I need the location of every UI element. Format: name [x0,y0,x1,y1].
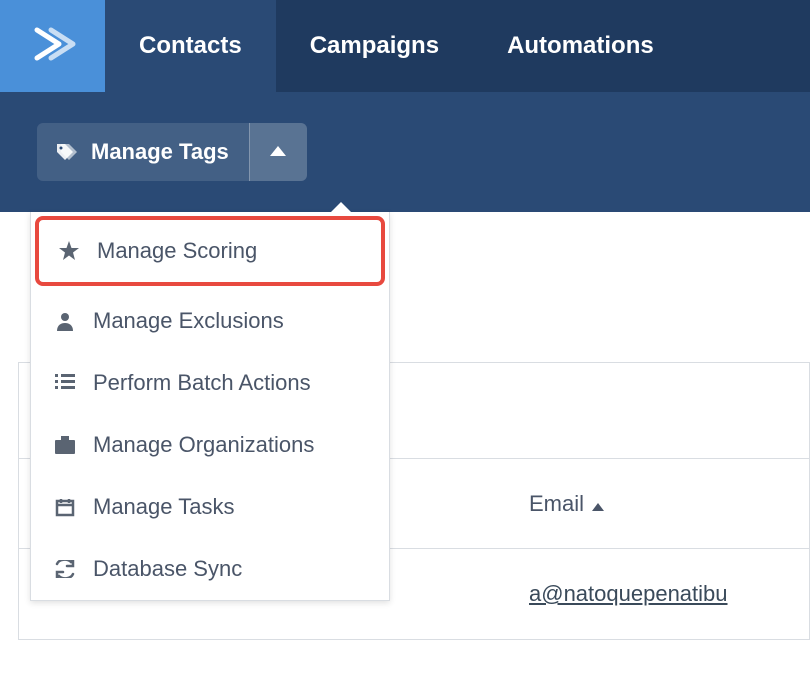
manage-dropdown: Manage Scoring Manage Exclusions Perform… [30,212,390,601]
dropdown-item-manage-exclusions[interactable]: Manage Exclusions [31,290,389,352]
dropdown-item-label: Manage Exclusions [93,308,284,334]
manage-tags-button[interactable]: Manage Tags [37,123,307,181]
sub-header: Manage Tags [0,92,810,212]
dropdown-item-database-sync[interactable]: Database Sync [31,538,389,600]
email-cell[interactable]: a@natoquepenatibu [529,581,728,607]
dropdown-item-label: Manage Organizations [93,432,314,458]
manage-tags-label: Manage Tags [91,139,229,165]
dropdown-item-label: Database Sync [93,556,242,582]
sync-icon [51,560,79,578]
top-nav: Contacts Campaigns Automations [0,0,810,92]
column-header-email[interactable]: Email [529,491,584,517]
tab-automations[interactable]: Automations [473,0,688,92]
calendar-icon [51,497,79,517]
dropdown-item-manage-organizations[interactable]: Manage Organizations [31,414,389,476]
dropdown-item-label: Manage Tasks [93,494,234,520]
dropdown-item-manage-scoring[interactable]: Manage Scoring [35,216,385,286]
manage-tags-caret[interactable] [249,123,307,181]
list-icon [51,374,79,392]
star-icon [55,241,83,261]
tags-icon [55,142,79,162]
app-logo[interactable] [0,0,105,92]
dropdown-item-perform-batch-actions[interactable]: Perform Batch Actions [31,352,389,414]
tab-campaigns[interactable]: Campaigns [276,0,473,92]
chevron-arrow-icon [29,20,77,73]
tab-contacts[interactable]: Contacts [105,0,276,92]
sort-asc-icon [592,491,604,517]
dropdown-item-label: Manage Scoring [97,238,257,264]
nav-tabs: Contacts Campaigns Automations [105,0,688,92]
briefcase-icon [51,436,79,454]
dropdown-item-label: Perform Batch Actions [93,370,311,396]
dropdown-item-manage-tasks[interactable]: Manage Tasks [31,476,389,538]
person-icon [51,311,79,331]
manage-tags-main[interactable]: Manage Tags [37,139,249,165]
caret-up-icon [270,143,286,161]
